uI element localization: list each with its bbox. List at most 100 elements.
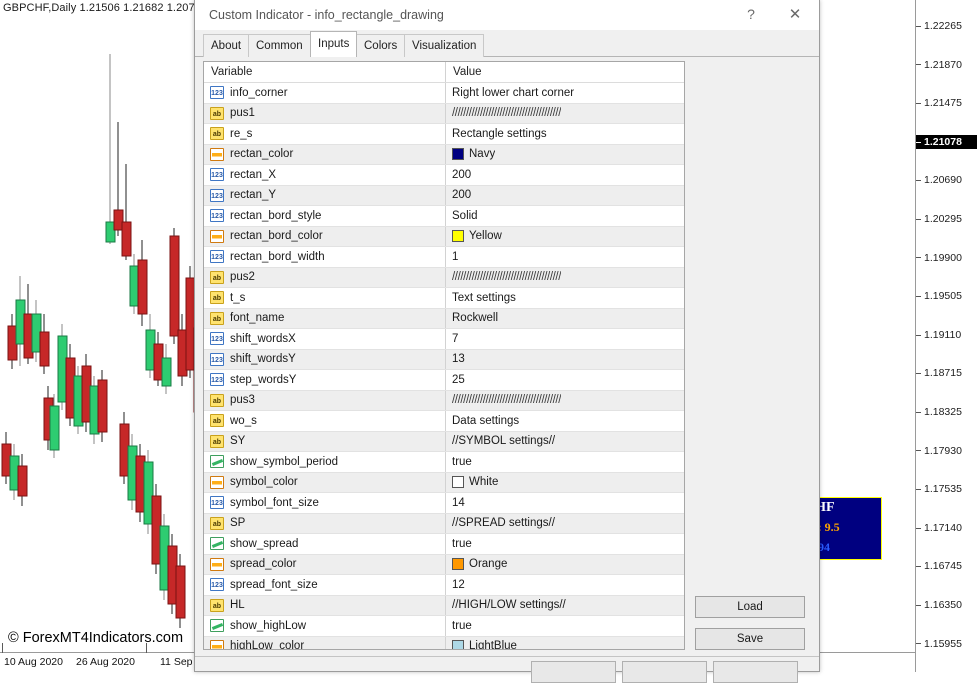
table-row[interactable]: 123rectan_X 200: [204, 165, 684, 186]
table-row[interactable]: abSP//SPREAD settings//: [204, 514, 684, 535]
variable-cell: rectan_bord_color: [204, 227, 446, 247]
value-cell[interactable]: //SYMBOL settings//: [446, 432, 684, 452]
value-cell[interactable]: true: [446, 452, 684, 472]
price-tick-label: 1.17140: [916, 521, 977, 535]
value-cell[interactable]: 25: [446, 370, 684, 390]
value-cell[interactable]: 1: [446, 247, 684, 267]
tab-colors[interactable]: Colors: [356, 34, 405, 57]
value-cell[interactable]: Right lower chart corner: [446, 83, 684, 103]
price-value: 1.16745: [924, 560, 962, 572]
table-row[interactable]: abpus3//////////////////////////////////…: [204, 391, 684, 412]
table-row[interactable]: abt_sText settings: [204, 288, 684, 309]
table-row[interactable]: 123shift_wordsX7: [204, 329, 684, 350]
table-row[interactable]: 123rectan_bord_styleSolid: [204, 206, 684, 227]
table-row[interactable]: abre_sRectangle settings: [204, 124, 684, 145]
table-row[interactable]: rectan_colorNavy: [204, 145, 684, 166]
tick-mark: [916, 528, 921, 529]
table-row[interactable]: 123spread_font_size12: [204, 575, 684, 596]
table-row[interactable]: rectan_bord_colorYellow: [204, 227, 684, 248]
variable-name: symbol_color: [230, 476, 298, 488]
value-cell[interactable]: 12: [446, 575, 684, 595]
variable-cell: abSY: [204, 432, 446, 452]
variable-cell: highLow_color: [204, 637, 446, 651]
value-cell[interactable]: Orange: [446, 555, 684, 575]
tab-visualization[interactable]: Visualization: [404, 34, 484, 57]
cancel-button[interactable]: [622, 661, 707, 683]
value-cell[interactable]: White: [446, 473, 684, 493]
tab-common[interactable]: Common: [248, 34, 311, 57]
variable-cell: 123rectan_bord_style: [204, 206, 446, 226]
value-cell[interactable]: ///////////////////////////////////////: [446, 104, 684, 124]
value-cell[interactable]: //SPREAD settings//: [446, 514, 684, 534]
table-row[interactable]: abpus1//////////////////////////////////…: [204, 104, 684, 125]
int-type-icon: 123: [210, 496, 224, 509]
value-cell[interactable]: Solid: [446, 206, 684, 226]
value-cell[interactable]: true: [446, 534, 684, 554]
ok-button[interactable]: [531, 661, 616, 683]
table-row[interactable]: spread_colorOrange: [204, 555, 684, 576]
table-row[interactable]: 123step_wordsY25: [204, 370, 684, 391]
tab-label: Visualization: [412, 40, 476, 52]
value-cell[interactable]: 7: [446, 329, 684, 349]
table-row[interactable]: symbol_color White: [204, 473, 684, 494]
variable-cell: 123step_wordsY: [204, 370, 446, 390]
value-cell[interactable]: 13: [446, 350, 684, 370]
value-text: 200: [452, 169, 471, 181]
price-tick-label: 1.15955: [916, 637, 977, 651]
price-value: 1.22265: [924, 20, 962, 32]
table-row[interactable]: show_spreadtrue: [204, 534, 684, 555]
tab-inputs[interactable]: Inputs: [310, 31, 357, 57]
value-cell[interactable]: //HIGH/LOW settings//: [446, 596, 684, 616]
price-axis[interactable]: 1.222651.218701.214751.210781.206901.202…: [915, 0, 977, 672]
reset-button[interactable]: [713, 661, 798, 683]
color-type-icon: [210, 230, 224, 243]
value-cell[interactable]: 200: [446, 165, 684, 185]
int-type-icon: 123: [210, 86, 224, 99]
value-cell[interactable]: Yellow: [446, 227, 684, 247]
dialog-titlebar[interactable]: Custom Indicator - info_rectangle_drawin…: [195, 0, 819, 31]
value-cell[interactable]: Rectangle settings: [446, 124, 684, 144]
table-row[interactable]: show_symbol_periodtrue: [204, 452, 684, 473]
tab-about[interactable]: About: [203, 34, 249, 57]
variable-cell: 123rectan_X: [204, 165, 446, 185]
table-row[interactable]: 123rectan_Y200: [204, 186, 684, 207]
table-row[interactable]: abSY//SYMBOL settings//: [204, 432, 684, 453]
table-row[interactable]: abpus2//////////////////////////////////…: [204, 268, 684, 289]
table-row[interactable]: 123info_cornerRight lower chart corner: [204, 83, 684, 104]
color-type-icon: [210, 558, 224, 571]
value-cell[interactable]: Data settings: [446, 411, 684, 431]
value-cell[interactable]: Text settings: [446, 288, 684, 308]
value-cell[interactable]: Rockwell: [446, 309, 684, 329]
value-text: Right lower chart corner: [452, 87, 574, 99]
table-row[interactable]: abwo_sData settings: [204, 411, 684, 432]
current-price-label: 1.21078: [916, 135, 977, 149]
value-cell[interactable]: 14: [446, 493, 684, 513]
value-cell[interactable]: ///////////////////////////////////////: [446, 268, 684, 288]
tick-mark: [916, 103, 921, 104]
table-row[interactable]: abfont_nameRockwell: [204, 309, 684, 330]
table-row[interactable]: 123symbol_font_size14: [204, 493, 684, 514]
variable-cell: show_spread: [204, 534, 446, 554]
value-text: //SPREAD settings//: [452, 517, 555, 529]
value-cell[interactable]: LightBlue: [446, 637, 684, 651]
value-cell[interactable]: true: [446, 616, 684, 636]
close-icon[interactable]: ✕: [773, 0, 817, 29]
value-cell[interactable]: ///////////////////////////////////////: [446, 391, 684, 411]
price-value: 1.21078: [924, 136, 962, 148]
table-row[interactable]: 123shift_wordsY13: [204, 350, 684, 371]
table-row[interactable]: highLow_colorLightBlue: [204, 637, 684, 651]
value-cell[interactable]: Navy: [446, 145, 684, 165]
table-row[interactable]: 123rectan_bord_width1: [204, 247, 684, 268]
value-text: ///////////////////////////////////////: [452, 271, 561, 283]
table-row[interactable]: abHL//HIGH/LOW settings//: [204, 596, 684, 617]
variable-cell: 123rectan_Y: [204, 186, 446, 206]
int-type-icon: 123: [210, 332, 224, 345]
table-row[interactable]: show_highLowtrue: [204, 616, 684, 637]
price-tick-label: 1.20690: [916, 173, 977, 187]
save-button[interactable]: Save: [695, 628, 805, 650]
help-icon[interactable]: ?: [729, 0, 773, 29]
inputs-parameter-table[interactable]: Variable Value 123info_cornerRight lower…: [203, 61, 685, 650]
value-cell[interactable]: 200: [446, 186, 684, 206]
tick-mark: [916, 180, 921, 181]
load-button[interactable]: Load: [695, 596, 805, 618]
